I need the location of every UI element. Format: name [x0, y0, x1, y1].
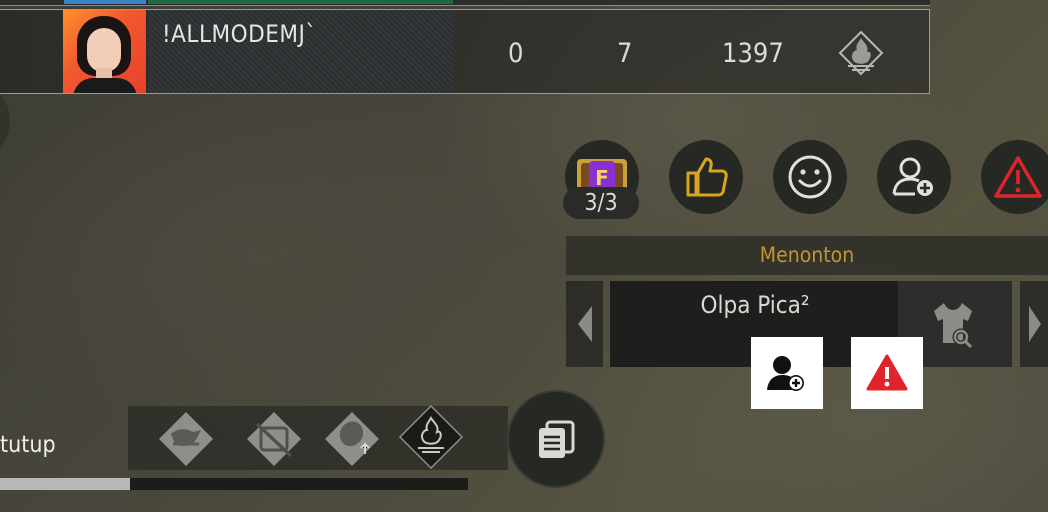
side-button[interactable] — [0, 88, 10, 154]
report-button[interactable] — [981, 140, 1048, 214]
skill-slot-4-icon[interactable] — [398, 404, 464, 470]
copy-list-icon — [539, 420, 575, 458]
chevron-right-icon — [1029, 306, 1041, 342]
next-player-button[interactable] — [1020, 281, 1048, 367]
add-friend-button[interactable] — [877, 140, 951, 214]
gift-count-badge: 3/3 — [563, 187, 639, 219]
quick-add-friend-button[interactable] — [751, 337, 823, 409]
add-friend-icon — [892, 157, 933, 196]
thumbs-up-icon — [686, 157, 728, 197]
report-icon — [994, 156, 1042, 198]
player-stat-kills: 0 — [508, 38, 524, 69]
chevron-left-icon — [577, 306, 592, 342]
skill-slot-3-icon[interactable] — [323, 410, 381, 468]
outfit-search-icon — [934, 303, 973, 349]
player-row[interactable]: !ALLMODEMJ` 0 7 1397 — [0, 9, 930, 94]
smiley-icon — [788, 155, 832, 199]
menu-button[interactable] — [507, 390, 605, 488]
player-name: !ALLMODEMJ` — [162, 20, 317, 48]
progress-bar — [0, 478, 468, 490]
previous-player-row — [0, 0, 930, 6]
skill-slot-1-icon[interactable] — [157, 410, 215, 468]
progress-fill — [0, 478, 130, 490]
add-friend-icon — [767, 356, 804, 391]
skill-slot-2-icon[interactable] — [245, 410, 303, 468]
previous-player-button[interactable] — [566, 281, 603, 367]
close-label[interactable]: tutup — [0, 432, 56, 458]
emote-button[interactable] — [773, 140, 847, 214]
spectating-label: Menonton — [566, 236, 1048, 275]
player-stat-damage: 1397 — [722, 38, 784, 69]
report-icon — [866, 354, 908, 391]
like-button[interactable] — [669, 140, 743, 214]
player-avatar[interactable] — [63, 10, 146, 93]
player-stat-assists: 7 — [617, 38, 633, 69]
quick-report-button[interactable] — [851, 337, 923, 409]
spectated-player-name: Olpa Pica² — [700, 291, 810, 319]
flame-rank-icon — [838, 30, 884, 76]
